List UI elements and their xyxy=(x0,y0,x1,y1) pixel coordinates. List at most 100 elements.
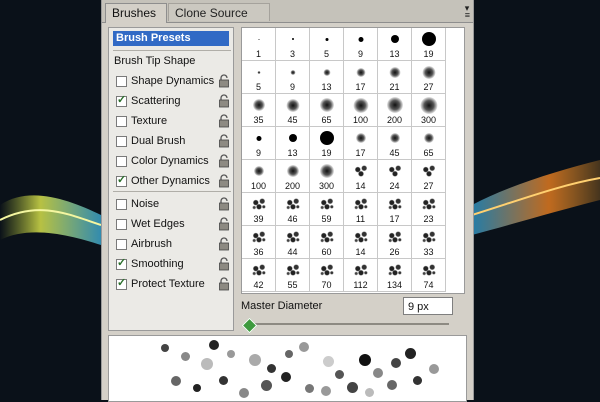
lock-icon[interactable] xyxy=(218,197,230,211)
brush-preset[interactable]: 70 xyxy=(310,259,344,292)
brush-preset[interactable]: 1 xyxy=(242,28,276,61)
brush-preset[interactable]: 14 xyxy=(344,226,378,259)
brush-preset[interactable]: 112 xyxy=(344,259,378,292)
brush-preset[interactable]: 300 xyxy=(310,160,344,193)
preview-dot xyxy=(305,384,314,393)
brush-tip-shape-item[interactable]: Brush Tip Shape xyxy=(114,55,195,67)
lock-icon[interactable] xyxy=(218,174,230,188)
checkbox[interactable] xyxy=(116,116,127,127)
lock-icon[interactable] xyxy=(218,257,230,271)
option-color-dynamics[interactable]: Color Dynamics xyxy=(113,152,231,171)
brush-size-label: 13 xyxy=(287,148,298,158)
brush-preset[interactable]: 35 xyxy=(242,94,276,127)
lock-icon[interactable] xyxy=(218,114,230,128)
brush-preset[interactable]: 27 xyxy=(412,61,446,94)
brush-preset[interactable]: 55 xyxy=(276,259,310,292)
option-wet-edges[interactable]: Wet Edges xyxy=(113,215,231,234)
brush-preset[interactable]: 3 xyxy=(276,28,310,61)
lock-icon[interactable] xyxy=(218,154,230,168)
preview-dot xyxy=(299,342,309,352)
option-noise[interactable]: Noise xyxy=(113,195,231,214)
brush-preset[interactable]: 65 xyxy=(412,127,446,160)
brush-tip-icon xyxy=(284,230,301,244)
brush-preset[interactable]: 9 xyxy=(276,61,310,94)
brush-preset[interactable]: 42 xyxy=(242,259,276,292)
brush-preset[interactable]: 19 xyxy=(310,127,344,160)
option-airbrush[interactable]: Airbrush xyxy=(113,235,231,254)
option-dual-brush[interactable]: Dual Brush xyxy=(113,132,231,151)
brush-preset[interactable]: 45 xyxy=(378,127,412,160)
brush-preset[interactable]: 300 xyxy=(412,94,446,127)
brush-preset[interactable]: 23 xyxy=(412,193,446,226)
brush-preset[interactable]: 17 xyxy=(344,127,378,160)
lock-icon[interactable] xyxy=(218,277,230,291)
brush-preset[interactable]: 200 xyxy=(276,160,310,193)
checkbox[interactable] xyxy=(116,76,127,87)
tab-clone-source[interactable]: Clone Source xyxy=(168,3,270,21)
master-diameter-input[interactable]: 9 px xyxy=(403,297,453,315)
brush-preset[interactable]: 100 xyxy=(344,94,378,127)
checkbox[interactable] xyxy=(116,136,127,147)
brush-preset[interactable]: 5 xyxy=(242,61,276,94)
brush-preset[interactable]: 134 xyxy=(378,259,412,292)
brush-preset[interactable]: 21 xyxy=(378,61,412,94)
option-smoothing[interactable]: Smoothing xyxy=(113,255,231,274)
tab-brushes[interactable]: Brushes × xyxy=(105,3,167,38)
brush-size-label: 45 xyxy=(389,148,400,158)
brush-preset[interactable]: 60 xyxy=(310,226,344,259)
brush-preset[interactable]: 17 xyxy=(344,61,378,94)
brush-preset[interactable]: 46 xyxy=(276,193,310,226)
brush-tip-icon xyxy=(250,230,267,244)
checkbox[interactable] xyxy=(116,219,127,230)
brush-preset[interactable]: 45 xyxy=(276,94,310,127)
option-texture[interactable]: Texture xyxy=(113,112,231,131)
brush-presets-item[interactable]: Brush Presets xyxy=(113,31,229,46)
checkbox[interactable] xyxy=(116,239,127,250)
brush-preset[interactable]: 33 xyxy=(412,226,446,259)
brush-preset[interactable]: 36 xyxy=(242,226,276,259)
option-label: Wet Edges xyxy=(131,218,185,230)
brush-preset[interactable]: 17 xyxy=(378,193,412,226)
brush-preset[interactable]: 39 xyxy=(242,193,276,226)
brush-preset[interactable]: 14 xyxy=(344,160,378,193)
option-protect-texture[interactable]: Protect Texture xyxy=(113,275,231,294)
brush-preset[interactable]: 9 xyxy=(344,28,378,61)
lock-icon[interactable] xyxy=(218,217,230,231)
checkbox[interactable] xyxy=(116,93,127,107)
checkbox[interactable] xyxy=(116,173,127,187)
brush-preset[interactable]: 24 xyxy=(378,160,412,193)
brush-preset[interactable]: 65 xyxy=(310,94,344,127)
brush-preset[interactable]: 11 xyxy=(344,193,378,226)
brush-preset[interactable]: 13 xyxy=(276,127,310,160)
preview-dot xyxy=(405,348,416,359)
brush-preset[interactable]: 74 xyxy=(412,259,446,292)
brush-preset[interactable]: 13 xyxy=(310,61,344,94)
brush-preset[interactable]: 59 xyxy=(310,193,344,226)
brush-preset[interactable]: 200 xyxy=(378,94,412,127)
master-diameter-slider-handle[interactable] xyxy=(241,317,258,334)
panel-menu-icon[interactable]: ▾ ≡ xyxy=(465,4,470,20)
checkbox[interactable] xyxy=(116,256,127,270)
master-diameter-slider-track[interactable] xyxy=(245,323,449,325)
brush-preset[interactable]: 9 xyxy=(242,127,276,160)
brush-preset[interactable]: 27 xyxy=(412,160,446,193)
lock-icon[interactable] xyxy=(218,237,230,251)
brush-size-label: 100 xyxy=(250,181,267,191)
brush-preset[interactable]: 44 xyxy=(276,226,310,259)
checkbox[interactable] xyxy=(116,276,127,290)
lock-icon[interactable] xyxy=(218,74,230,88)
brush-preset[interactable]: 5 xyxy=(310,28,344,61)
preview-dot xyxy=(249,354,261,366)
checkbox[interactable] xyxy=(116,156,127,167)
brush-preset[interactable]: 13 xyxy=(378,28,412,61)
lock-icon[interactable] xyxy=(218,94,230,108)
option-shape-dynamics[interactable]: Shape Dynamics xyxy=(113,72,231,91)
option-scattering[interactable]: Scattering xyxy=(113,92,231,111)
checkbox[interactable] xyxy=(116,199,127,210)
brush-preset[interactable]: 26 xyxy=(378,226,412,259)
option-other-dynamics[interactable]: Other Dynamics xyxy=(113,172,231,191)
brush-preset[interactable]: 100 xyxy=(242,160,276,193)
brush-preset[interactable]: 19 xyxy=(412,28,446,61)
preview-dot xyxy=(239,388,249,398)
lock-icon[interactable] xyxy=(218,134,230,148)
